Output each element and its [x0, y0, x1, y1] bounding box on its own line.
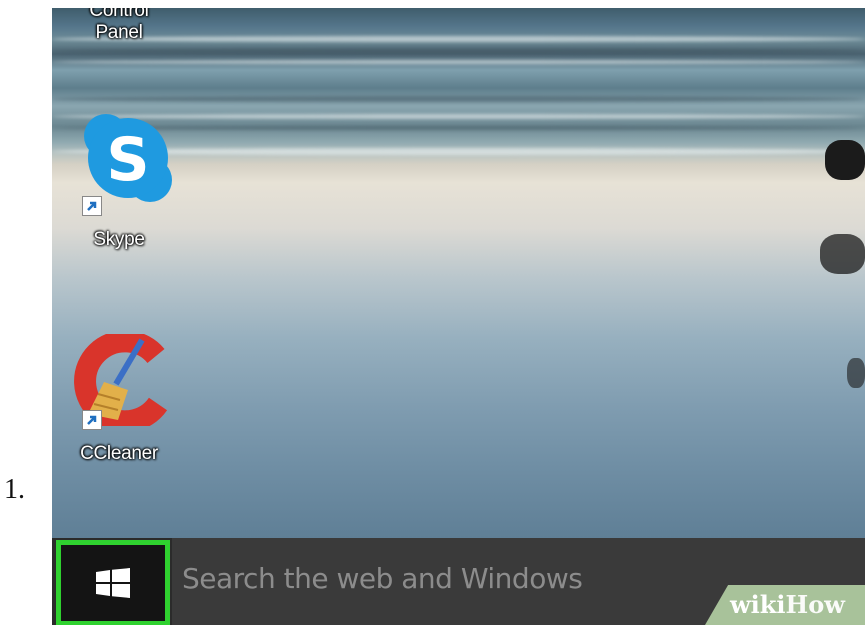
runner-silhouette — [825, 140, 865, 180]
desktop-icon-control-panel[interactable]: Control Panel — [54, 8, 184, 44]
desktop-screen: Control Panel S Skype CCleaner Search th… — [52, 8, 865, 625]
wave-line — [52, 96, 865, 102]
wave-line — [52, 48, 865, 54]
wave-line — [52, 60, 865, 64]
runner-reflection — [820, 234, 865, 274]
desktop-icon-ccleaner[interactable]: CCleaner — [54, 330, 184, 465]
windows-logo-icon — [96, 568, 130, 598]
shortcut-arrow-icon — [82, 410, 102, 430]
runner-reflection — [847, 358, 865, 388]
skype-label: Skype — [93, 229, 145, 250]
ccleaner-icon — [74, 330, 168, 433]
svg-text:S: S — [106, 125, 149, 195]
desktop-icon-skype[interactable]: S Skype — [54, 114, 184, 251]
shortcut-arrow-icon — [82, 196, 102, 216]
start-button[interactable] — [56, 540, 170, 625]
search-placeholder: Search the web and Windows — [182, 562, 583, 595]
control-panel-label: Control Panel — [89, 8, 149, 43]
skype-icon: S — [84, 114, 172, 202]
wikihow-watermark: wikiHow — [730, 590, 845, 619]
watermark-part-how: How — [785, 590, 845, 619]
watermark-part-wiki: wiki — [730, 590, 786, 619]
taskbar: Search the web and Windows wikiHow — [52, 538, 865, 625]
ccleaner-label: CCleaner — [80, 443, 158, 464]
step-number: 1. — [4, 474, 25, 505]
